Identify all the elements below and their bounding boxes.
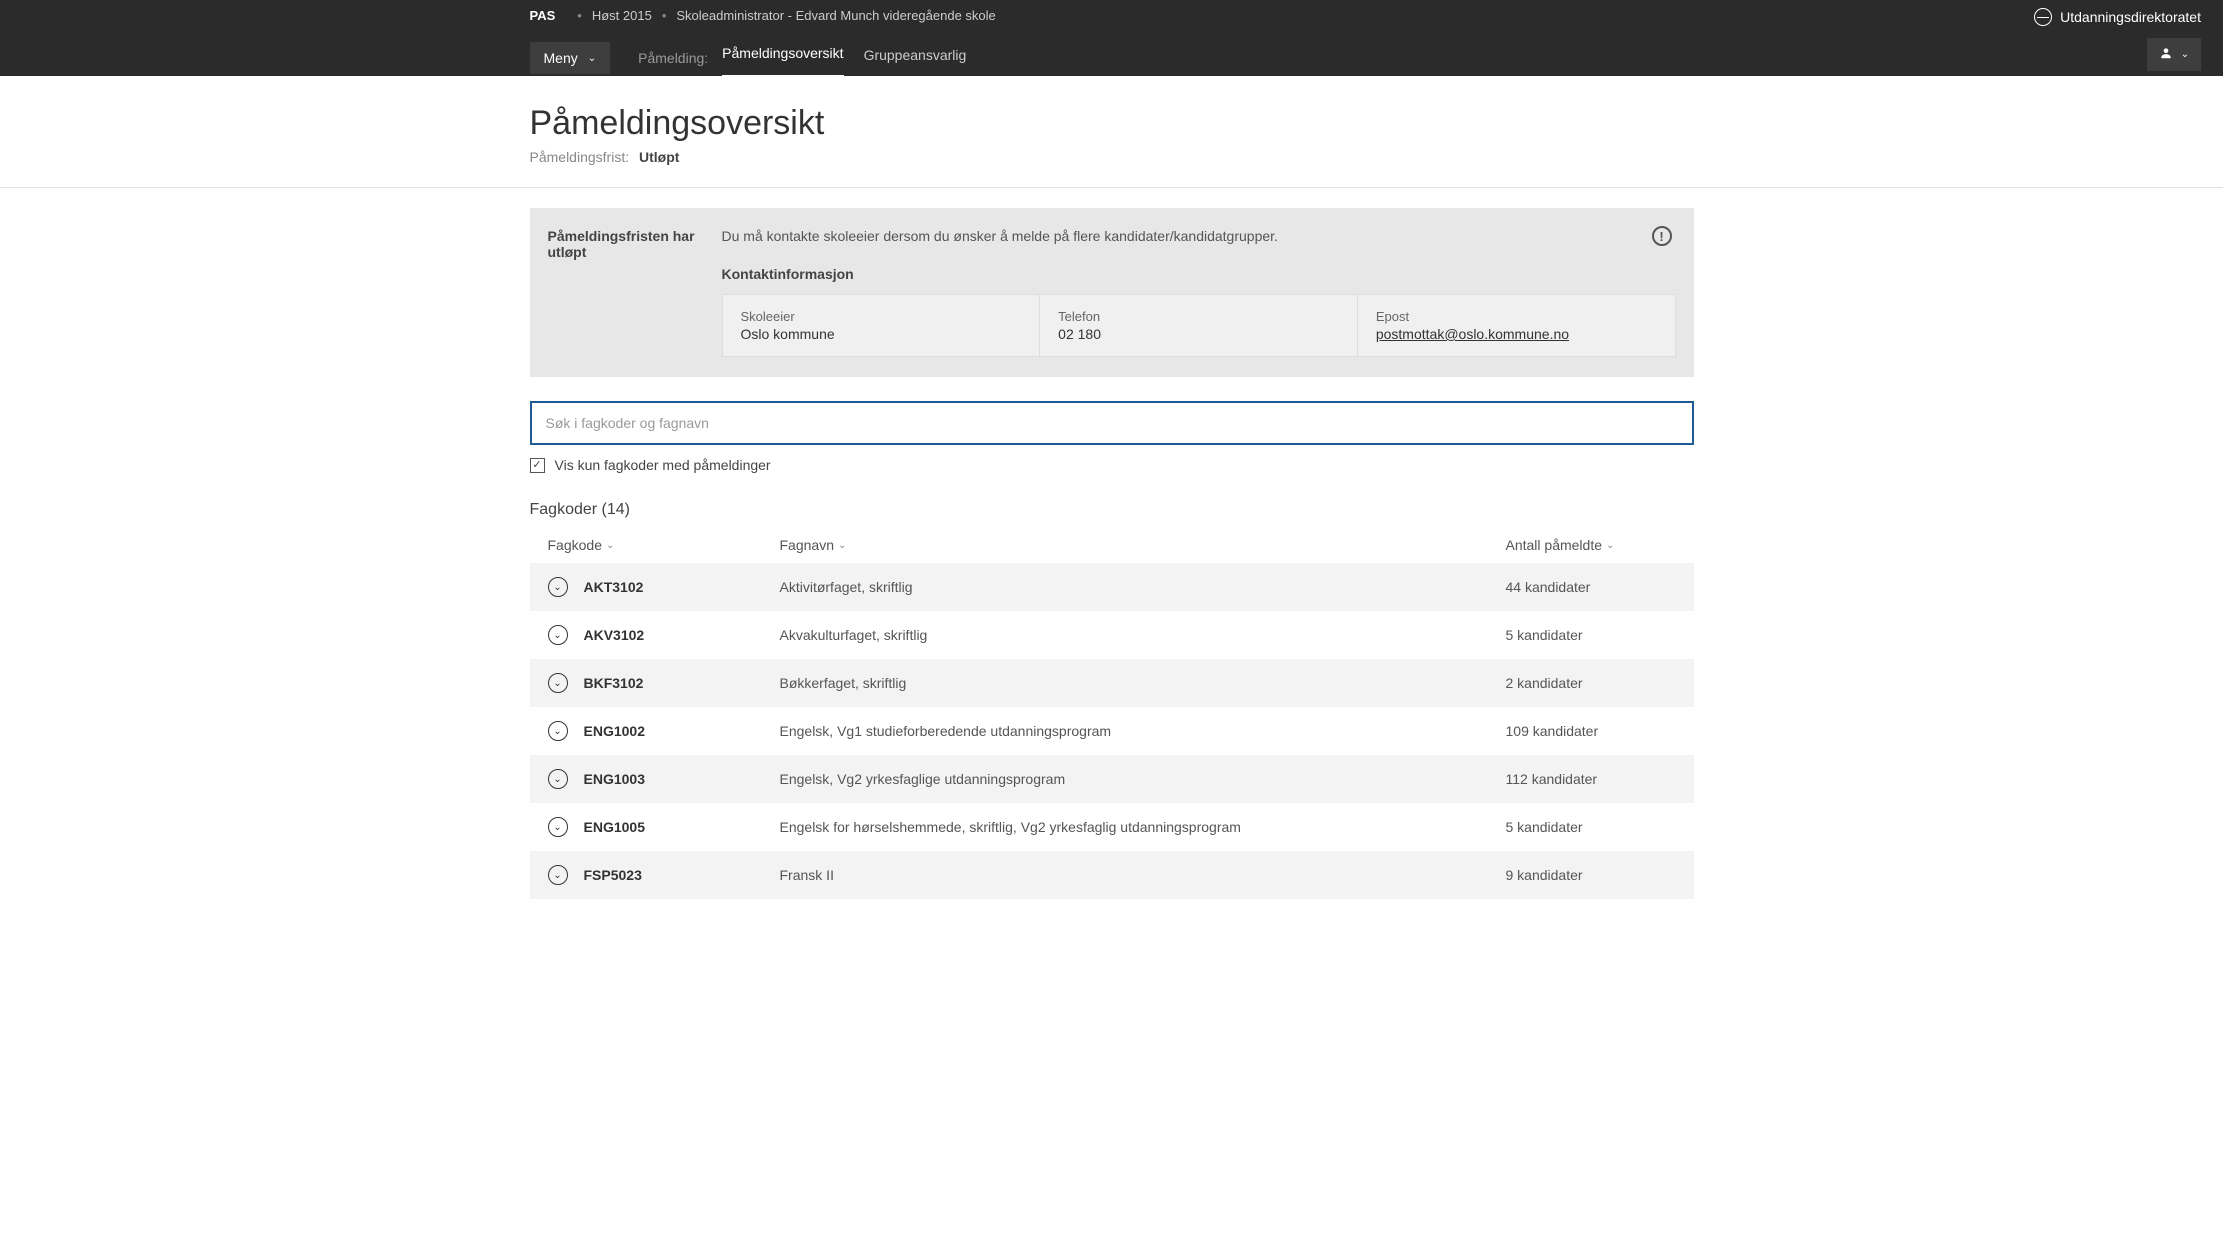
contact-phone: Telefon 02 180 [1040, 295, 1358, 356]
tab-pameldingsoversikt[interactable]: Påmeldingsoversikt [722, 37, 843, 79]
contact-grid: Skoleeier Oslo kommune Telefon 02 180 Ep… [722, 294, 1676, 357]
row-fagkode: ENG1005 [584, 819, 780, 835]
row-fagnavn: Engelsk, Vg2 yrkesfaglige utdanningsprog… [780, 771, 1506, 787]
breadcrumb-separator: • [577, 8, 582, 23]
row-antall: 112 kandidater [1506, 771, 1676, 787]
row-fagkode: AKT3102 [584, 579, 780, 595]
expand-icon[interactable]: ⌄ [548, 673, 568, 693]
contact-title: Kontaktinformasjon [722, 266, 1676, 282]
row-antall: 5 kandidater [1506, 627, 1676, 643]
deadline-value: Utløpt [639, 149, 679, 165]
breadcrumb: PAS • Høst 2015 • Skoleadministrator - E… [530, 0, 1694, 23]
filter-checkbox-label: Vis kun fagkoder med påmeldinger [555, 457, 771, 473]
row-fagkode: BKF3102 [584, 675, 780, 691]
user-menu-button[interactable]: ⌄ [2147, 38, 2201, 71]
row-fagnavn: Akvakulturfaget, skriftlig [780, 627, 1506, 643]
col-header-antall[interactable]: Antall påmeldte ⌄ [1506, 537, 1676, 553]
chevron-down-icon: ⌄ [1606, 540, 1614, 551]
deadline-label: Påmeldingsfrist: [530, 149, 630, 165]
col-header-fagnavn-label: Fagnavn [780, 537, 834, 553]
alert-icon: ! [1652, 226, 1672, 246]
contact-email: Epost postmottak@oslo.kommune.no [1358, 295, 1675, 356]
row-fagnavn: Bøkkerfaget, skriftlig [780, 675, 1506, 691]
topbar: PAS • Høst 2015 • Skoleadministrator - E… [0, 0, 2223, 76]
row-fagkode: ENG1002 [584, 723, 780, 739]
checkbox-icon: ✓ [530, 458, 545, 473]
page-title: Påmeldingsoversikt [530, 104, 1694, 143]
expand-icon[interactable]: ⌄ [548, 865, 568, 885]
table-row[interactable]: ⌄ ENG1002Engelsk, Vg1 studieforberedende … [530, 707, 1694, 755]
contact-phone-value: 02 180 [1058, 326, 1339, 342]
page-header-wrap: Påmeldingsoversikt Påmeldingsfrist: Utlø… [0, 76, 2223, 188]
table-row[interactable]: ⌄ ENG1005Engelsk for hørselshemmede, skri… [530, 803, 1694, 851]
row-antall: 9 kandidater [1506, 867, 1676, 883]
col-header-fagkode-label: Fagkode [548, 537, 602, 553]
notice-panel: ! Påmeldingsfristen har utløpt Du må kon… [530, 208, 1694, 377]
brand: Utdanningsdirektoratet [2034, 8, 2201, 26]
row-fagnavn: Aktivitørfaget, skriftlig [780, 579, 1506, 595]
search-input[interactable] [530, 401, 1694, 445]
contact-owner: Skoleeier Oslo kommune [723, 295, 1041, 356]
expand-icon[interactable]: ⌄ [548, 721, 568, 741]
nav-section-label: Påmelding: [638, 50, 708, 66]
tab-gruppeansvarlig[interactable]: Gruppeansvarlig [864, 39, 967, 77]
notice-heading: Påmeldingsfristen har utløpt [548, 228, 698, 357]
filter-checkbox-row[interactable]: ✓ Vis kun fagkoder med påmeldinger [530, 457, 1694, 473]
expand-icon[interactable]: ⌄ [548, 577, 568, 597]
chevron-down-icon: ⌄ [588, 53, 596, 64]
table-row[interactable]: ⌄ ENG1003Engelsk, Vg2 yrkesfaglige utdann… [530, 755, 1694, 803]
col-header-antall-label: Antall påmeldte [1506, 537, 1603, 553]
user-icon [2159, 46, 2173, 63]
row-fagnavn: Engelsk for hørselshemmede, skriftlig, V… [780, 819, 1506, 835]
row-antall: 44 kandidater [1506, 579, 1676, 595]
chevron-down-icon: ⌄ [606, 540, 614, 551]
list-header: Fagkode ⌄ Fagnavn ⌄ Antall påmeldte ⌄ [530, 537, 1694, 561]
chevron-down-icon: ⌄ [838, 540, 846, 551]
menu-button-label: Meny [544, 50, 578, 66]
contact-phone-label: Telefon [1058, 309, 1339, 324]
menu-button[interactable]: Meny ⌄ [530, 42, 611, 74]
row-antall: 109 kandidater [1506, 723, 1676, 739]
deadline-info: Påmeldingsfrist: Utløpt [530, 149, 1694, 165]
contact-owner-label: Skoleeier [741, 309, 1022, 324]
contact-owner-value: Oslo kommune [741, 326, 1022, 342]
table-row[interactable]: ⌄ AKT3102Aktivitørfaget, skriftlig44 kand… [530, 563, 1694, 611]
list-title: Fagkoder (14) [530, 501, 1694, 519]
row-fagnavn: Engelsk, Vg1 studieforberedende utdannin… [780, 723, 1506, 739]
brand-text: Utdanningsdirektoratet [2060, 9, 2201, 25]
notice-message: Du må kontakte skoleeier dersom du ønske… [722, 228, 1676, 244]
table-row[interactable]: ⌄ BKF3102Bøkkerfaget, skriftlig2 kandidat… [530, 659, 1694, 707]
row-antall: 2 kandidater [1506, 675, 1676, 691]
breadcrumb-term[interactable]: Høst 2015 [592, 8, 652, 23]
table-row[interactable]: ⌄ AKV3102Akvakulturfaget, skriftlig5 kand… [530, 611, 1694, 659]
row-fagkode: ENG1003 [584, 771, 780, 787]
app-name[interactable]: PAS [530, 8, 556, 23]
col-header-fagkode[interactable]: Fagkode ⌄ [548, 537, 780, 553]
col-header-fagnavn[interactable]: Fagnavn ⌄ [780, 537, 1506, 553]
table-body: ⌄ AKT3102Aktivitørfaget, skriftlig44 kand… [530, 563, 1694, 899]
table-row[interactable]: ⌄ FSP5023Fransk II9 kandidater [530, 851, 1694, 899]
row-antall: 5 kandidater [1506, 819, 1676, 835]
breadcrumb-separator: • [662, 8, 667, 23]
brand-logo-icon [2034, 8, 2052, 26]
row-fagkode: FSP5023 [584, 867, 780, 883]
row-fagkode: AKV3102 [584, 627, 780, 643]
expand-icon[interactable]: ⌄ [548, 817, 568, 837]
expand-icon[interactable]: ⌄ [548, 625, 568, 645]
breadcrumb-role[interactable]: Skoleadministrator - Edvard Munch videre… [676, 8, 995, 23]
row-fagnavn: Fransk II [780, 867, 1506, 883]
nav-row: Meny ⌄ Påmelding: Påmeldingsoversikt Gru… [530, 37, 1694, 79]
chevron-down-icon: ⌄ [2181, 49, 2189, 60]
contact-email-label: Epost [1376, 309, 1657, 324]
contact-email-link[interactable]: postmottak@oslo.kommune.no [1376, 326, 1569, 342]
expand-icon[interactable]: ⌄ [548, 769, 568, 789]
